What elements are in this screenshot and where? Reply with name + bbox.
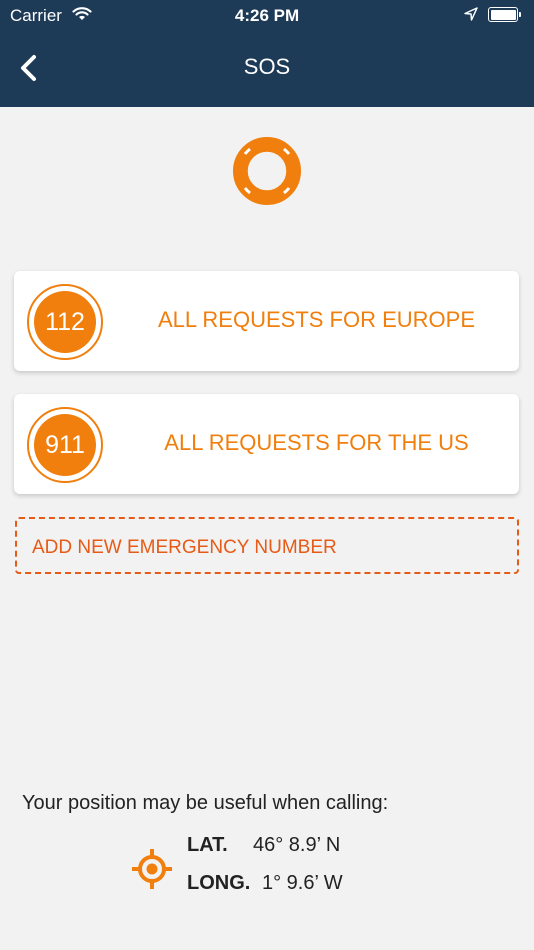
- add-emergency-number-button[interactable]: ADD NEW EMERGENCY NUMBER: [15, 517, 519, 574]
- lifebuoy-icon: [231, 135, 303, 207]
- page-title: SOS: [243, 54, 291, 79]
- latitude-row: LAT. 46° 8.9’ N: [187, 834, 340, 857]
- latitude-label: LAT.: [187, 834, 228, 856]
- emergency-label: ALL REQUESTS FOR THE US: [164, 430, 469, 455]
- latitude-value: 46° 8.9’ N: [253, 834, 341, 856]
- emergency-label: ALL REQUESTS FOR EUROPE: [157, 307, 476, 332]
- emergency-card-europe[interactable]: 112 ALL REQUESTS FOR EUROPE: [14, 271, 519, 371]
- position-note: Your position may be useful when calling…: [22, 792, 389, 814]
- target-icon: [131, 848, 173, 890]
- longitude-row: LONG. 1° 9.6’ W: [187, 872, 343, 895]
- emergency-card-us[interactable]: 911 ALL REQUESTS FOR THE US: [14, 394, 519, 494]
- emergency-number-badge: 112: [27, 284, 103, 360]
- add-emergency-number-label: ADD NEW EMERGENCY NUMBER: [32, 537, 337, 558]
- nav-bar: SOS: [0, 32, 534, 107]
- longitude-value: 1° 9.6’ W: [262, 872, 343, 894]
- emergency-number-badge: 911: [27, 407, 103, 483]
- status-bar: Carrier 4:26 PM: [0, 0, 534, 32]
- longitude-label: LONG.: [187, 872, 251, 894]
- status-time: 4:26 PM: [234, 6, 300, 25]
- emergency-number: 911: [34, 414, 96, 476]
- location-arrow-icon: [464, 7, 478, 26]
- emergency-number: 112: [34, 291, 96, 353]
- battery-icon: [488, 7, 521, 22]
